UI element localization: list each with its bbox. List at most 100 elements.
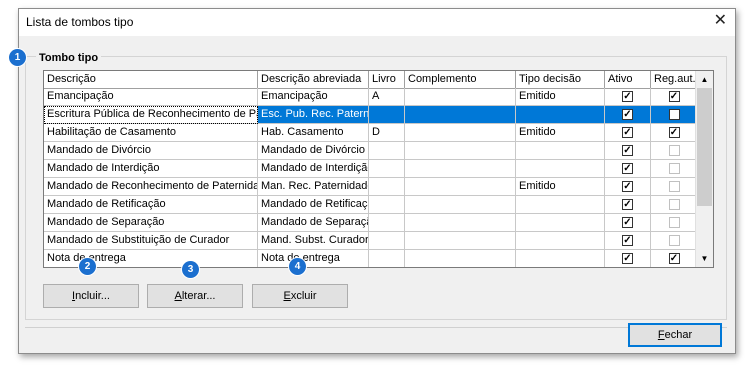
table-cell: Mandado de Divórcio <box>44 142 258 160</box>
ativo-checkbox[interactable]: ✓ <box>622 217 633 228</box>
table-cell <box>405 106 516 124</box>
regaut-checkbox[interactable] <box>668 199 680 210</box>
column-header[interactable]: Reg.aut. <box>651 71 698 88</box>
table-cell: Mandado de Separação <box>44 214 258 232</box>
vertical-scrollbar[interactable]: ▲ ▼ <box>695 71 713 267</box>
regaut-checkbox[interactable] <box>668 235 680 246</box>
table-cell: Mand. Subst. Curador <box>258 232 369 250</box>
regaut-checkbox[interactable]: ✓ <box>668 253 680 264</box>
regaut-checkbox[interactable] <box>668 163 680 174</box>
table-cell <box>516 142 605 160</box>
table-row[interactable]: Nota de entregaNota de entrega ✓ ✓ <box>44 250 698 267</box>
checkbox-cell: ✓ <box>605 178 651 196</box>
table-cell <box>369 250 405 267</box>
table-cell <box>516 106 605 124</box>
table-cell: A <box>369 88 405 106</box>
table-cell <box>369 106 405 124</box>
table-cell <box>369 196 405 214</box>
ativo-checkbox[interactable]: ✓ <box>622 109 633 120</box>
ativo-checkbox[interactable]: ✓ <box>622 91 633 102</box>
table-cell: Mandado de Substituição de Curador <box>44 232 258 250</box>
table-cell: Hab. Casamento <box>258 124 369 142</box>
column-header[interactable]: Livro <box>369 71 405 88</box>
table-cell <box>369 232 405 250</box>
group-title: Tombo tipo <box>36 52 102 64</box>
fechar-button[interactable]: Fechar <box>628 323 722 347</box>
column-header[interactable]: Complemento <box>405 71 516 88</box>
table-cell: Nota de entrega <box>44 250 258 267</box>
ativo-checkbox[interactable]: ✓ <box>622 253 633 264</box>
column-header[interactable]: Ativo <box>605 71 651 88</box>
regaut-checkbox[interactable]: ✓ <box>668 127 680 138</box>
column-header[interactable]: Tipo decisão <box>516 71 605 88</box>
table-row[interactable]: Escritura Pública de Reconhecimento de P… <box>44 106 698 124</box>
checkbox-cell <box>651 142 698 160</box>
checkbox-cell <box>651 214 698 232</box>
regaut-checkbox[interactable] <box>668 109 680 120</box>
scroll-down-icon[interactable]: ▼ <box>696 250 713 267</box>
table-cell: Mandado de Interdição <box>44 160 258 178</box>
ativo-checkbox[interactable]: ✓ <box>622 235 633 246</box>
table-cell <box>516 232 605 250</box>
callout-badge-3: 3 <box>182 261 199 278</box>
table-cell: Esc. Pub. Rec. Paternidade <box>258 106 369 124</box>
ativo-checkbox[interactable]: ✓ <box>622 145 633 156</box>
checkbox-cell <box>651 232 698 250</box>
table-row[interactable]: Mandado de Divórcio Mandado de Divórcio ✓ <box>44 142 698 160</box>
ativo-checkbox[interactable]: ✓ <box>622 127 633 138</box>
table-cell: Emancipação <box>258 88 369 106</box>
dialog-window: Lista de tombos tipo ✕ Tombo tipo Descri… <box>18 8 736 354</box>
table-cell <box>516 250 605 267</box>
column-header[interactable]: Descrição <box>44 71 258 88</box>
checkbox-cell: ✓ <box>651 124 698 142</box>
checkbox-cell: ✓ <box>605 106 651 124</box>
table-cell: Emitido <box>516 88 605 106</box>
table-cell: Mandado de Interdição <box>258 160 369 178</box>
table-cell <box>369 178 405 196</box>
table-row[interactable]: Mandado de Substituição de Curador Mand. … <box>44 232 698 250</box>
ativo-checkbox[interactable]: ✓ <box>622 163 633 174</box>
table-cell <box>405 124 516 142</box>
checkbox-cell <box>651 196 698 214</box>
table-cell: Mandado de Reconhecimento de Paternidade <box>44 178 258 196</box>
table-cell: Man. Rec. Paternidade <box>258 178 369 196</box>
table-cell <box>516 214 605 232</box>
table-row[interactable]: Mandado de Reconhecimento de Paternidade… <box>44 178 698 196</box>
alterar-button[interactable]: Alterar... <box>147 284 243 308</box>
ativo-checkbox[interactable]: ✓ <box>622 199 633 210</box>
incluir-button[interactable]: Incluir... <box>43 284 139 308</box>
table-row[interactable]: Mandado de Separação Mandado de Separação… <box>44 214 698 232</box>
table-cell <box>405 196 516 214</box>
table-row[interactable]: Mandado de Interdição Mandado de Interdiç… <box>44 160 698 178</box>
regaut-checkbox[interactable] <box>668 181 680 192</box>
column-header[interactable]: Descrição abreviada <box>258 71 369 88</box>
table-cell <box>405 160 516 178</box>
table-cell: Mandado de Separação <box>258 214 369 232</box>
excluir-button[interactable]: Excluir <box>252 284 348 308</box>
scroll-thumb[interactable] <box>697 88 712 206</box>
window-title: Lista de tombos tipo <box>26 15 134 29</box>
regaut-checkbox[interactable] <box>668 217 680 228</box>
table-cell <box>369 160 405 178</box>
table-cell: Mandado de Retificação <box>44 196 258 214</box>
table-row[interactable]: Emancipação Emancipação A Emitido ✓ ✓ <box>44 88 698 106</box>
checkbox-cell <box>651 178 698 196</box>
table-cell <box>516 160 605 178</box>
regaut-checkbox[interactable]: ✓ <box>668 91 680 102</box>
close-icon[interactable]: ✕ <box>714 13 727 29</box>
title-bar: Lista de tombos tipo ✕ <box>19 9 735 36</box>
checkbox-cell: ✓ <box>605 124 651 142</box>
table-cell <box>405 232 516 250</box>
table-cell <box>405 88 516 106</box>
regaut-checkbox[interactable] <box>668 145 680 156</box>
table-row[interactable]: Habilitação de Casamento Hab. Casamento D E… <box>44 124 698 142</box>
scroll-up-icon[interactable]: ▲ <box>696 71 713 88</box>
checkbox-cell: ✓ <box>651 250 698 267</box>
callout-badge-2: 2 <box>79 258 96 275</box>
ativo-checkbox[interactable]: ✓ <box>622 181 633 192</box>
table-header: Descrição Descrição abreviada Livro Complem… <box>44 71 698 89</box>
tombo-table[interactable]: Descrição Descrição abreviada Livro Complem… <box>43 70 714 268</box>
table-row[interactable]: Mandado de Retificação Mandado de Retific… <box>44 196 698 214</box>
table-cell <box>369 214 405 232</box>
table-cell: Emitido <box>516 124 605 142</box>
